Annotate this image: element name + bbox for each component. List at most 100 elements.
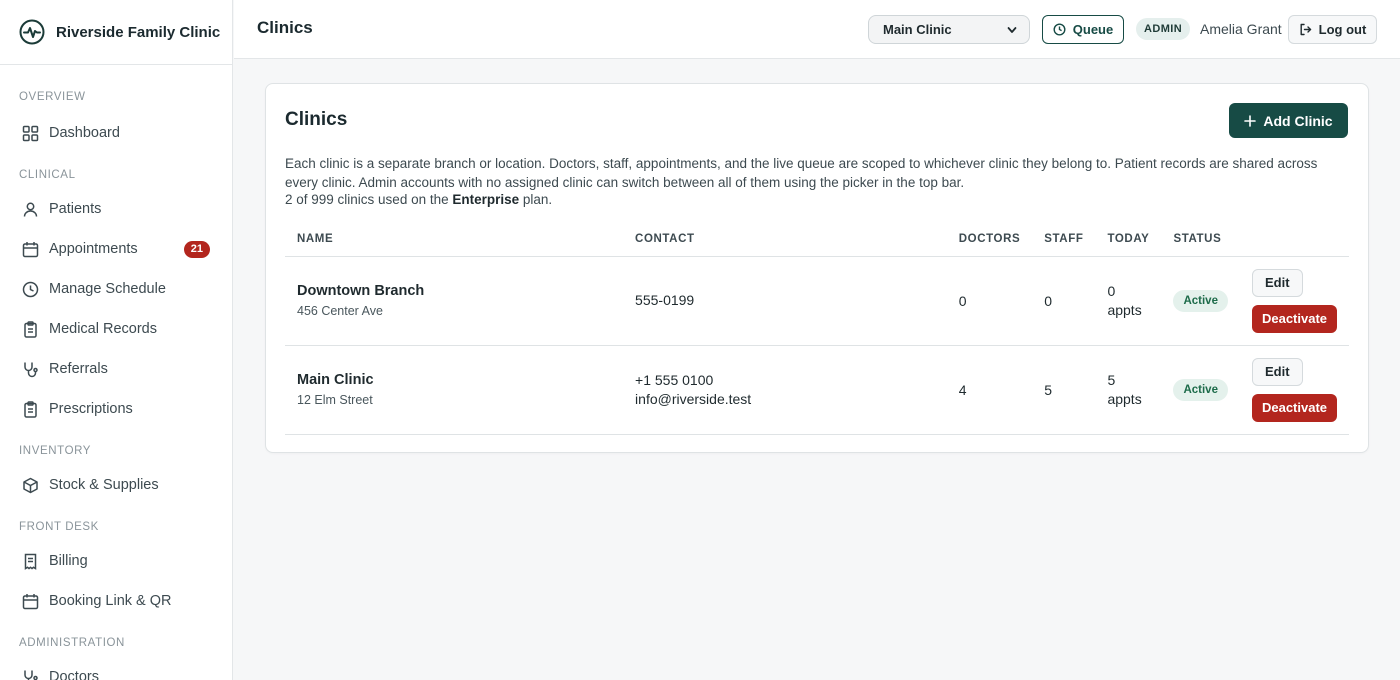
clinic-name-cell: Main Clinic 12 Elm Street	[285, 345, 624, 435]
clinic-name-cell: Downtown Branch 456 Center Ave	[285, 256, 624, 346]
sidebar-item-patients[interactable]: Patients	[0, 189, 232, 229]
sidebar-item-manage-schedule[interactable]: Manage Schedule	[0, 269, 232, 309]
heartbeat-icon	[19, 19, 45, 45]
topbar: Clinics Main Clinic Queue ADMIN Amelia G…	[234, 0, 1400, 59]
nav-section-title: INVENTORY	[19, 445, 92, 457]
sidebar-item-label: Appointments	[49, 241, 138, 257]
logout-button[interactable]: Log out	[1288, 15, 1377, 44]
edit-clinic-button[interactable]: Edit	[1252, 357, 1303, 386]
sidebar-item-label: Booking Link & QR	[49, 593, 172, 609]
table-row: Downtown Branch 456 Center Ave 555-0199 …	[285, 256, 1349, 346]
queue-button-label: Queue	[1072, 22, 1114, 37]
clock-icon	[21, 280, 39, 298]
sidebar-item-label: Doctors	[49, 669, 99, 680]
appointments-count-badge: 21	[183, 240, 210, 258]
plan-usage-suffix: plan.	[519, 192, 553, 207]
role-badge: ADMIN	[1136, 18, 1191, 40]
plan-usage-prefix: 2 of 999 clinics used on the	[285, 192, 453, 207]
queue-button[interactable]: Queue	[1042, 15, 1124, 44]
plan-name: Enterprise	[452, 192, 520, 207]
clinic-doctors-count: 0	[946, 256, 1033, 346]
column-header-contact[interactable]: CONTACT	[623, 222, 947, 257]
clinic-today-cell: 0 appts	[1095, 256, 1162, 346]
receipt-icon	[21, 552, 39, 570]
column-header-staff[interactable]: STAFF	[1032, 222, 1096, 257]
table-header-row: NAME CONTACT DOCTORS STAFF TODAY STATUS	[285, 222, 1349, 257]
clipboard-icon	[21, 320, 39, 338]
sidebar-item-prescriptions[interactable]: Prescriptions	[0, 389, 232, 429]
clinic-contact-cell: 555-0199	[623, 256, 947, 346]
clinic-status-cell: Active	[1161, 256, 1240, 346]
deactivate-clinic-button[interactable]: Deactivate	[1252, 304, 1337, 333]
column-header-doctors[interactable]: DOCTORS	[946, 222, 1033, 257]
sidebar-item-doctors[interactable]: Doctors	[0, 657, 232, 680]
add-clinic-label: Add Clinic	[1263, 112, 1333, 129]
logout-icon	[1299, 23, 1312, 36]
sidebar: Riverside Family Clinic OVERVIEW Dashboa…	[0, 0, 233, 680]
sidebar-item-label: Manage Schedule	[49, 281, 166, 297]
clinics-table: NAME CONTACT DOCTORS STAFF TODAY STATUS …	[285, 222, 1349, 435]
calendar-icon	[21, 240, 39, 258]
sidebar-item-medical-records[interactable]: Medical Records	[0, 309, 232, 349]
sidebar-item-booking-link[interactable]: Booking Link & QR	[0, 581, 232, 621]
grid-icon	[21, 124, 39, 142]
clinics-card: Clinics Add Clinic Each clinic is a sepa…	[265, 83, 1369, 453]
clinic-contact-phone: +1 555 0100	[635, 371, 714, 388]
sidebar-item-label: Stock & Supplies	[49, 477, 159, 493]
user-name: Amelia Grant	[1200, 21, 1282, 37]
clinic-contact-email: info@riverside.test	[635, 390, 752, 407]
box-icon	[21, 476, 39, 494]
nav-section-title: OVERVIEW	[19, 91, 86, 103]
clinic-address: 12 Elm Street	[297, 393, 373, 407]
card-title: Clinics	[285, 109, 348, 130]
deactivate-clinic-button[interactable]: Deactivate	[1252, 393, 1337, 422]
brand-name: Riverside Family Clinic	[56, 23, 221, 41]
clinic-name: Main Clinic	[297, 372, 374, 388]
sidebar-item-dashboard[interactable]: Dashboard	[0, 113, 232, 153]
clinic-actions-cell: Edit Deactivate	[1240, 256, 1349, 346]
plan-usage: 2 of 999 clinics used on the Enterprise …	[285, 192, 552, 207]
logout-button-label: Log out	[1318, 22, 1367, 37]
column-header-name[interactable]: NAME	[285, 222, 624, 257]
sidebar-item-appointments[interactable]: Appointments 21	[0, 229, 232, 269]
sidebar-item-referrals[interactable]: Referrals	[0, 349, 232, 389]
page-title: Clinics	[257, 18, 313, 37]
sidebar-item-label: Referrals	[49, 361, 108, 377]
clinic-doctors-count: 4	[946, 345, 1033, 435]
column-header-actions	[1240, 222, 1349, 257]
clinic-status-cell: Active	[1161, 345, 1240, 435]
status-badge: Active	[1173, 378, 1228, 401]
sidebar-item-label: Dashboard	[49, 125, 120, 141]
clinic-actions-cell: Edit Deactivate	[1240, 345, 1349, 435]
calendar-icon	[21, 592, 39, 610]
sidebar-nav: OVERVIEW Dashboard CLINICAL Patients App…	[0, 65, 232, 680]
sidebar-item-label: Prescriptions	[49, 401, 133, 417]
nav-section-title: FRONT DESK	[19, 521, 99, 533]
sidebar-item-label: Patients	[49, 201, 102, 217]
column-header-today[interactable]: TODAY	[1095, 222, 1162, 257]
sidebar-item-label: Billing	[49, 553, 88, 569]
clinic-address: 456 Center Ave	[297, 304, 383, 318]
clinic-today-cell: 5 appts	[1095, 345, 1162, 435]
clinic-staff-count: 5	[1032, 345, 1096, 435]
clinic-picker-select[interactable]: Main Clinic	[868, 15, 1030, 44]
edit-clinic-button[interactable]: Edit	[1252, 268, 1303, 297]
clinic-today-appts: 5 appts	[1107, 371, 1142, 407]
clinic-picker-value: Main Clinic	[883, 22, 952, 37]
clinics-description: Each clinic is a separate branch or loca…	[285, 156, 1318, 190]
stethoscope-icon	[21, 360, 39, 378]
table-row: Main Clinic 12 Elm Street +1 555 0100 in…	[285, 345, 1349, 435]
brand[interactable]: Riverside Family Clinic	[0, 0, 232, 65]
clipboard-icon	[21, 400, 39, 418]
add-clinic-button[interactable]: Add Clinic	[1229, 103, 1348, 138]
clinic-contact-phone: 555-0199	[635, 292, 695, 308]
clinic-contact-cell: +1 555 0100 info@riverside.test	[623, 345, 947, 435]
clinic-name: Downtown Branch	[297, 283, 425, 299]
sidebar-item-billing[interactable]: Billing	[0, 541, 232, 581]
user-icon	[21, 200, 39, 218]
column-header-status[interactable]: STATUS	[1161, 222, 1240, 257]
clinic-staff-count: 0	[1032, 256, 1096, 346]
sidebar-item-stock-supplies[interactable]: Stock & Supplies	[0, 465, 232, 505]
clinic-today-appts: 0 appts	[1107, 282, 1142, 318]
status-badge: Active	[1173, 289, 1228, 312]
